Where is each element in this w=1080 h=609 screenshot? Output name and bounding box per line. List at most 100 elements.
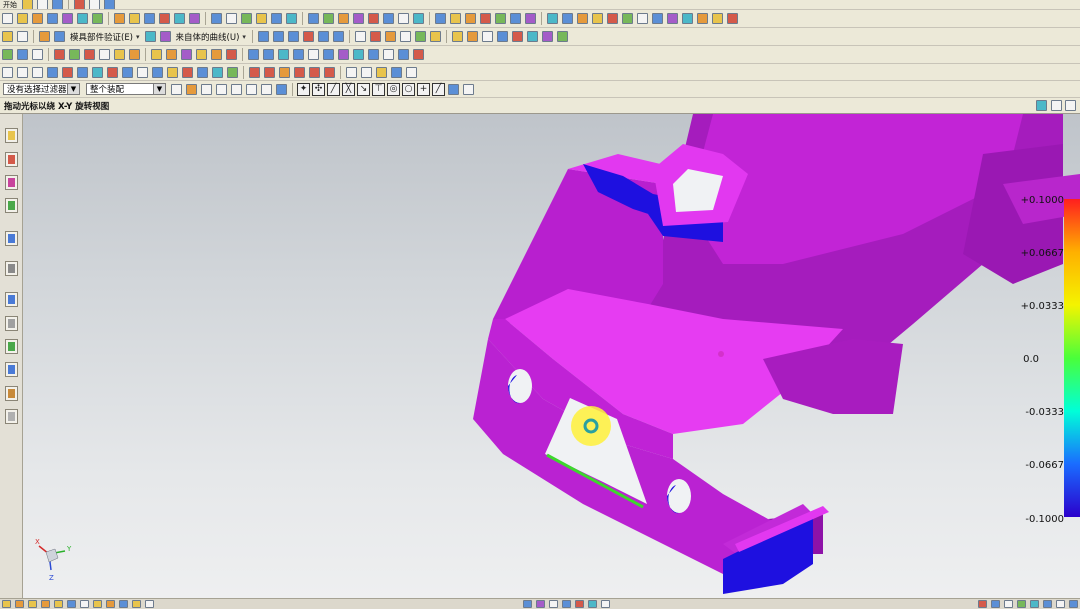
text-tool-icon[interactable] <box>399 31 411 42</box>
properties-icon[interactable] <box>62 66 73 78</box>
plane-icon[interactable] <box>525 13 536 24</box>
tools-icon[interactable] <box>17 31 28 42</box>
curve-from-body-menu[interactable]: 来自体的曲线(U) <box>176 31 240 43</box>
chevron-down-icon[interactable]: ▼ <box>153 84 165 94</box>
model-hole-right[interactable] <box>667 479 691 513</box>
tray-icon[interactable] <box>1069 600 1078 608</box>
snap-curve-icon[interactable]: ↘ <box>357 82 370 96</box>
tray-icon[interactable] <box>548 600 558 608</box>
show-icon[interactable] <box>413 13 424 24</box>
graphics-window[interactable]: X Y Z +0.1000 +0.0667 +0.0333 0.0 -0.033… <box>23 114 1080 598</box>
edit-object-icon[interactable] <box>383 13 394 24</box>
component-icon[interactable] <box>481 31 493 42</box>
curve-icon[interactable] <box>435 13 446 24</box>
open-icon[interactable] <box>22 0 33 9</box>
undo-list-icon[interactable] <box>2 31 13 42</box>
system-scenes-icon[interactable] <box>5 339 18 354</box>
check-region-icon[interactable] <box>54 31 65 42</box>
sketch-line-icon[interactable] <box>249 66 260 78</box>
assembly-navigator-icon[interactable] <box>5 128 18 143</box>
block-icon[interactable] <box>151 49 162 60</box>
snap-on-face-icon[interactable] <box>448 83 459 95</box>
rectangle-select-icon[interactable] <box>246 83 257 95</box>
grid-icon[interactable] <box>69 49 80 60</box>
link-icon[interactable] <box>47 66 58 78</box>
split-body-icon[interactable] <box>323 49 334 60</box>
select-body-icon[interactable] <box>276 83 287 95</box>
quick-launch-icon[interactable] <box>15 600 24 608</box>
snap-line-icon[interactable]: ╱ <box>327 82 340 96</box>
mold-part-validation-menu[interactable]: 模具部件验证(E) <box>70 31 133 43</box>
deselect-icon[interactable] <box>17 66 28 78</box>
arc-tool-icon[interactable] <box>369 31 381 42</box>
parting-icon[interactable] <box>562 13 573 24</box>
process-studio-icon[interactable] <box>5 292 18 307</box>
sketch-rect-icon[interactable] <box>294 66 305 78</box>
chevron-down-icon[interactable]: ▾ <box>136 33 140 41</box>
cone-icon[interactable] <box>181 49 192 60</box>
delete-face-icon[interactable] <box>383 49 394 60</box>
new-icon[interactable] <box>2 13 13 24</box>
camera-icon[interactable] <box>137 66 148 78</box>
line-tool-icon[interactable] <box>354 31 366 42</box>
tile-icon[interactable] <box>361 66 372 78</box>
color-icon[interactable] <box>368 13 379 24</box>
constraint-navigator-icon[interactable] <box>5 152 18 167</box>
electrode-icon[interactable] <box>682 13 693 24</box>
assembly-icon[interactable] <box>451 31 463 42</box>
snap-midpoint-icon[interactable]: ✣ <box>312 82 325 96</box>
layer-settings-icon[interactable] <box>122 66 133 78</box>
cavity-icon[interactable] <box>592 13 603 24</box>
pan-icon[interactable] <box>256 13 267 24</box>
snap-on-curve-icon[interactable]: ╱ <box>432 82 445 96</box>
chamfer-icon[interactable] <box>129 13 140 24</box>
revolve-icon[interactable] <box>92 13 103 24</box>
render-icon[interactable] <box>152 66 163 78</box>
app-icon[interactable] <box>67 600 76 608</box>
layout-icon[interactable] <box>391 66 402 78</box>
tray-icon[interactable] <box>1043 600 1052 608</box>
history-icon[interactable] <box>5 261 18 276</box>
add-component-icon[interactable] <box>466 31 478 42</box>
general-selection-icon[interactable] <box>186 83 197 95</box>
chevron-down-icon[interactable]: ▼ <box>67 84 79 94</box>
through-curves-icon[interactable] <box>263 49 274 60</box>
app-icon[interactable] <box>145 600 154 608</box>
subtract-icon[interactable] <box>226 49 237 60</box>
save-icon[interactable] <box>37 0 48 9</box>
move-icon[interactable] <box>129 49 140 60</box>
list-icon[interactable] <box>32 66 43 78</box>
help-icon[interactable] <box>727 13 738 24</box>
open-folder-icon[interactable] <box>17 13 28 24</box>
select-face-icon[interactable] <box>216 83 227 95</box>
snap-intersection-icon[interactable]: ╳ <box>342 82 355 96</box>
core-icon[interactable] <box>577 13 588 24</box>
tray-icon[interactable] <box>587 600 597 608</box>
body-icon[interactable] <box>144 31 156 42</box>
sphere-icon[interactable] <box>196 49 207 60</box>
measure-icon[interactable] <box>338 13 349 24</box>
mold-tools-icon[interactable] <box>39 31 50 42</box>
arc-icon[interactable] <box>480 13 491 24</box>
draft-icon[interactable] <box>338 49 349 60</box>
offset-face-icon[interactable] <box>413 49 424 60</box>
web-browser-icon[interactable] <box>5 231 18 246</box>
view-back-icon[interactable] <box>317 31 329 42</box>
bom-icon[interactable] <box>697 13 708 24</box>
check-icon[interactable] <box>2 49 13 60</box>
part-navigator-icon[interactable] <box>5 175 18 190</box>
snap-existing-point-icon[interactable]: + <box>417 82 430 96</box>
ejector-icon[interactable] <box>667 13 678 24</box>
settings-icon[interactable] <box>5 409 18 424</box>
copy-icon[interactable] <box>99 49 110 60</box>
paste-icon[interactable] <box>114 49 125 60</box>
hide-icon[interactable] <box>398 13 409 24</box>
select-edge-icon[interactable] <box>231 83 242 95</box>
model-hole-left[interactable] <box>508 369 532 403</box>
palettes-icon[interactable] <box>5 362 18 377</box>
offset-icon[interactable] <box>174 13 185 24</box>
tray-icon[interactable] <box>1017 600 1026 608</box>
cut-icon[interactable] <box>74 0 85 9</box>
sketch-offset-icon[interactable] <box>324 66 335 78</box>
window-toggle-icon[interactable] <box>1051 100 1062 111</box>
